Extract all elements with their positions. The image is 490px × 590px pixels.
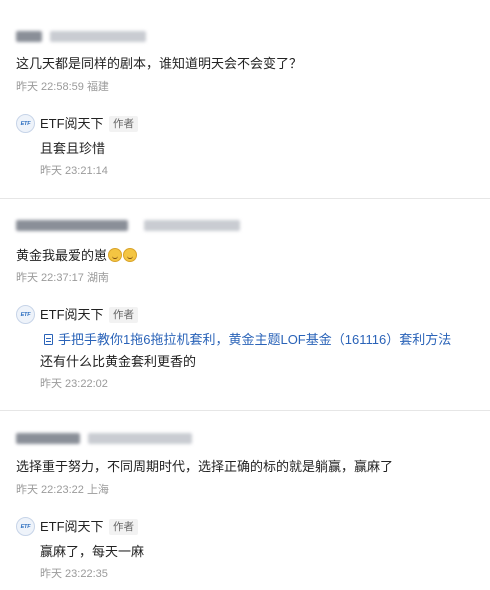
comment-text: 黄金我最爱的崽 xyxy=(16,248,138,264)
reply-text: 还有什么比黄金套利更香的 xyxy=(40,354,197,369)
comment-meta: 昨天 22:37:17 湖南 xyxy=(16,271,109,285)
commenter-meta-blurred xyxy=(144,220,240,231)
comment-location: 福建 xyxy=(86,81,109,93)
commenter-name-blurred[interactable] xyxy=(16,31,42,42)
author-avatar[interactable]: ETF xyxy=(16,517,35,536)
comment-meta: 昨天 22:58:59 福建 xyxy=(16,80,109,94)
comment-location: 上海 xyxy=(86,484,109,496)
comment-meta: 昨天 22:23:22 上海 xyxy=(16,483,109,497)
author-badge: 作者 xyxy=(109,307,138,323)
reply-text: 赢麻了，每天一麻 xyxy=(40,544,145,559)
commenter-name-blurred[interactable] xyxy=(16,220,128,231)
reply-time: 昨天 23:22:02 xyxy=(40,378,108,390)
article-link[interactable]: 手把手教你1拖6拖拉机套利，黄金主题LOF基金（161116）套利方法 xyxy=(44,332,451,348)
author-name[interactable]: ETF阅天下 xyxy=(40,116,104,132)
comment-time: 昨天 22:58:59 xyxy=(16,81,84,93)
document-icon xyxy=(44,334,53,345)
divider xyxy=(0,410,490,411)
commenter-meta-blurred xyxy=(50,31,146,42)
author-name[interactable]: ETF阅天下 xyxy=(40,519,104,535)
commenter-meta-blurred xyxy=(88,433,192,444)
emoji-icon xyxy=(123,248,138,262)
comment-time: 昨天 22:23:22 xyxy=(16,484,84,496)
author-badge: 作者 xyxy=(109,519,138,535)
author-avatar[interactable]: ETF xyxy=(16,114,35,133)
commenter-name-blurred[interactable] xyxy=(16,433,80,444)
author-avatar[interactable]: ETF xyxy=(16,305,35,324)
divider xyxy=(0,198,490,199)
comment-time: 昨天 22:37:17 xyxy=(16,272,84,284)
reply-text: 且套且珍惜 xyxy=(40,141,106,156)
author-badge: 作者 xyxy=(109,116,138,132)
author-name[interactable]: ETF阅天下 xyxy=(40,307,104,323)
reply-time: 昨天 23:21:14 xyxy=(40,165,108,177)
comment-text: 这几天都是同样的剧本，谁知道明天会不会变了？ xyxy=(16,56,303,71)
emoji-icon xyxy=(108,248,123,262)
comment-location: 湖南 xyxy=(86,272,109,284)
reply-time: 昨天 23:22:35 xyxy=(40,568,108,580)
comment-text: 选择重于努力，不同周期时代，选择正确的标的就是躺赢，赢麻了 xyxy=(16,459,394,474)
